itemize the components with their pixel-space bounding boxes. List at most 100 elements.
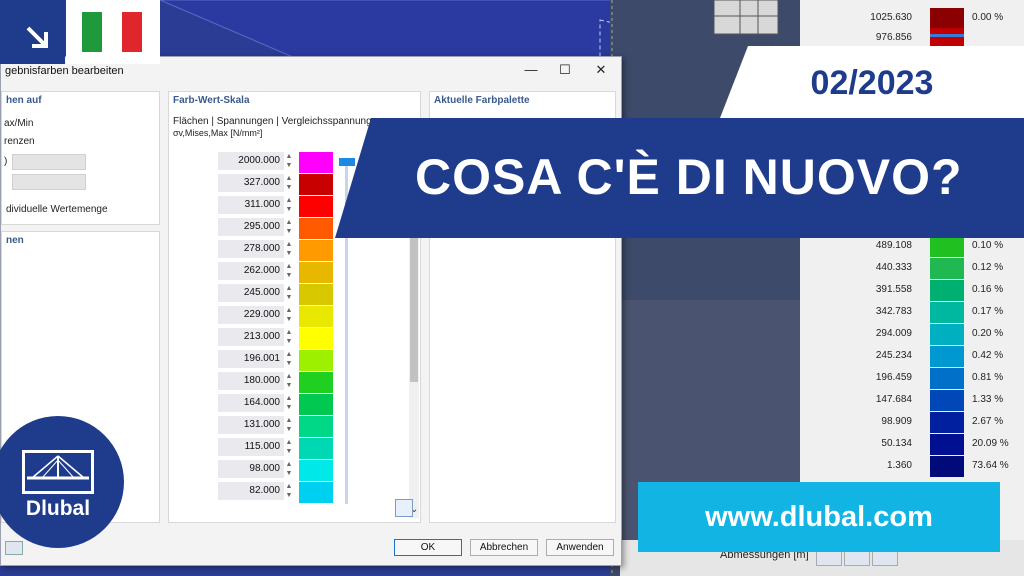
legend-swatch	[930, 346, 964, 367]
date-banner: 02/2023	[720, 46, 1024, 118]
scale-value-input[interactable]: 262.000	[218, 262, 284, 280]
scale-slider-handle[interactable]	[339, 158, 355, 166]
legend-value: 294.009	[875, 328, 912, 339]
legend-swatch	[930, 412, 964, 433]
legend-value: 98.909	[881, 416, 912, 427]
arrow-badge	[0, 0, 65, 64]
legend-percent: 0.42 %	[972, 350, 1004, 361]
maximize-button[interactable]: ☐	[553, 61, 577, 79]
scale-value-stepper[interactable]: ▲ ▼	[285, 350, 293, 368]
legend-swatch	[930, 390, 964, 411]
scale-color-swatch[interactable]	[299, 394, 333, 415]
legend-swatch	[930, 28, 964, 49]
legend-value: 1025.630	[870, 12, 912, 23]
legend-swatch	[930, 368, 964, 389]
scale-color-swatch[interactable]	[299, 306, 333, 327]
scale-value-stepper[interactable]: ▲ ▼	[285, 372, 293, 390]
scale-color-swatch[interactable]	[299, 328, 333, 349]
limit-input-1[interactable]	[12, 154, 86, 170]
scale-value-stepper[interactable]: ▲ ▼	[285, 482, 293, 500]
scale-value-stepper[interactable]: ▲ ▼	[285, 416, 293, 434]
apply-button[interactable]: Anwenden	[546, 539, 614, 556]
scale-color-swatch[interactable]	[299, 460, 333, 481]
scale-value-stepper[interactable]: ▲ ▼	[285, 218, 293, 236]
scale-value-stepper[interactable]: ▲ ▼	[285, 438, 293, 456]
scale-value-input[interactable]: 115.000	[218, 438, 284, 456]
scale-value-input[interactable]: 98.000	[218, 460, 284, 478]
headline-text: COSA C'È DI NUOVO?	[415, 149, 963, 205]
scale-value-input[interactable]: 311.000	[218, 196, 284, 214]
url-banner[interactable]: www.dlubal.com	[638, 482, 1000, 552]
scale-value-stepper[interactable]: ▲ ▼	[285, 284, 293, 302]
scale-color-swatch[interactable]	[299, 372, 333, 393]
scale-value-input[interactable]: 229.000	[218, 306, 284, 324]
palette-header: Aktuelle Farbpalette	[434, 95, 530, 106]
scale-color-swatch[interactable]	[299, 284, 333, 305]
scale-color-swatch[interactable]	[299, 218, 333, 239]
legend-value: 391.558	[875, 284, 912, 295]
scale-value-input[interactable]: 196.001	[218, 350, 284, 368]
scale-value-input[interactable]: 278.000	[218, 240, 284, 258]
legend-percent: 0.10 %	[972, 240, 1004, 251]
legend-percent: 0.17 %	[972, 306, 1004, 317]
legend-swatch	[930, 280, 964, 301]
legend-percent: 0.81 %	[972, 372, 1004, 383]
scale-value-stepper[interactable]: ▲ ▼	[285, 152, 293, 170]
scale-tool-button[interactable]	[395, 499, 413, 517]
legend-percent: 0.12 %	[972, 262, 1004, 273]
scale-value-input[interactable]: 131.000	[218, 416, 284, 434]
minimize-button[interactable]: —	[519, 61, 543, 79]
close-button[interactable]: ✕	[589, 61, 613, 79]
scale-quantity: σv,Mises,Max [N/mm²]	[173, 128, 263, 138]
scale-value-stepper[interactable]: ▲ ▼	[285, 460, 293, 478]
scale-value-stepper[interactable]: ▲ ▼	[285, 306, 293, 324]
scale-value-stepper[interactable]: ▲ ▼	[285, 196, 293, 214]
arrow-down-right-icon	[26, 26, 48, 48]
legend-row: 391.558 0.16 %	[800, 280, 1024, 302]
scale-color-swatch[interactable]	[299, 262, 333, 283]
limit-input-2[interactable]	[12, 174, 86, 190]
scale-value-input[interactable]: 213.000	[218, 328, 284, 346]
scale-color-swatch[interactable]	[299, 152, 333, 173]
scale-value-input[interactable]: 245.000	[218, 284, 284, 302]
legend-row: 489.108 0.10 %	[800, 236, 1024, 258]
scale-color-swatch[interactable]	[299, 482, 333, 503]
legend-value: 196.459	[875, 372, 912, 383]
scale-value-stepper[interactable]: ▲ ▼	[285, 328, 293, 346]
scale-color-swatch[interactable]	[299, 196, 333, 217]
legend-percent: 0.20 %	[972, 328, 1004, 339]
legend-row: 440.333 0.12 %	[800, 258, 1024, 280]
display-options-panel: hen auf ax/Min renzen ) dividuelle Werte…	[1, 91, 160, 225]
scale-color-swatch[interactable]	[299, 350, 333, 371]
cancel-button[interactable]: Abbrechen	[470, 539, 538, 556]
legend-swatch	[930, 8, 964, 29]
scale-value-input[interactable]: 180.000	[218, 372, 284, 390]
scale-color-swatch[interactable]	[299, 416, 333, 437]
legend-row: 245.234 0.42 %	[800, 346, 1024, 368]
scale-value-input[interactable]: 295.000	[218, 218, 284, 236]
url-text[interactable]: www.dlubal.com	[638, 501, 1000, 534]
scale-value-input[interactable]: 82.000	[218, 482, 284, 500]
display-options-header: hen auf	[6, 95, 42, 106]
legend-swatch	[930, 456, 964, 477]
scale-value-stepper[interactable]: ▲ ▼	[285, 262, 293, 280]
scale-value-stepper[interactable]: ▲ ▼	[285, 174, 293, 192]
scale-value-input[interactable]: 327.000	[218, 174, 284, 192]
scale-value-stepper[interactable]: ▲ ▼	[285, 240, 293, 258]
legend-value: 147.684	[875, 394, 912, 405]
scale-color-swatch[interactable]	[299, 438, 333, 459]
legend-percent: 73.64 %	[972, 460, 1009, 471]
scale-value-stepper[interactable]: ▲ ▼	[285, 394, 293, 412]
legend-swatch	[930, 236, 964, 257]
scale-color-swatch[interactable]	[299, 240, 333, 261]
option-individual[interactable]: dividuelle Wertemenge	[6, 204, 108, 215]
option-grenzen[interactable]: renzen	[4, 136, 35, 147]
option-maxmin[interactable]: ax/Min	[4, 118, 33, 129]
scale-value-input[interactable]: 164.000	[218, 394, 284, 412]
scale-color-swatch[interactable]	[299, 174, 333, 195]
legend-swatch	[930, 324, 964, 345]
units-icon[interactable]	[5, 541, 23, 555]
scale-value-input[interactable]: 2000.000	[218, 152, 284, 170]
paren-label: )	[4, 156, 8, 167]
ok-button[interactable]: OK	[394, 539, 462, 556]
